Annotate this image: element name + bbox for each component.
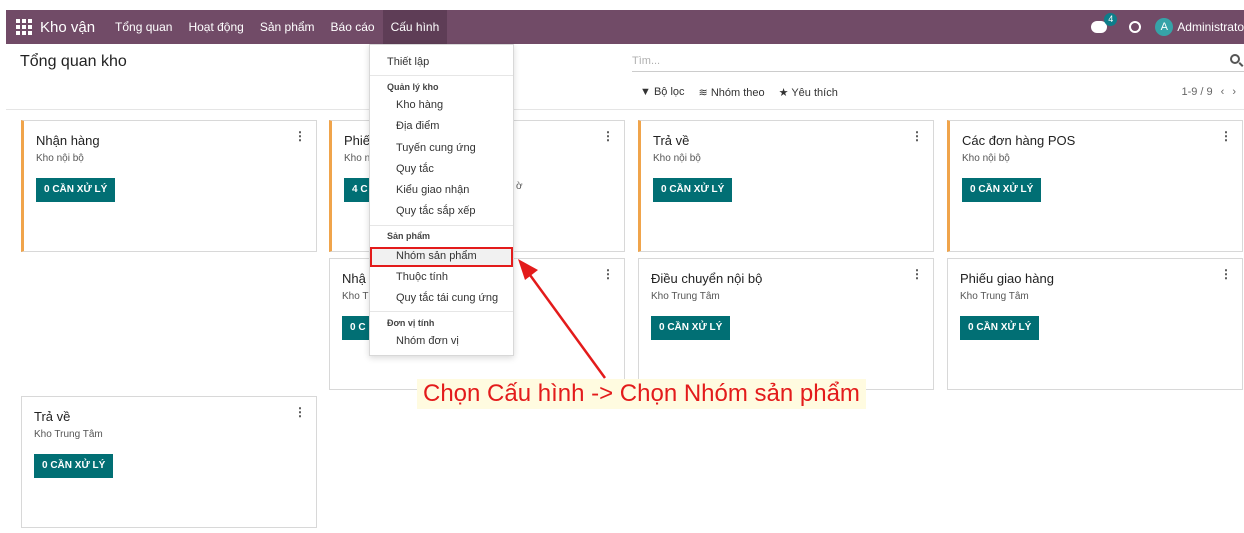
search-input[interactable]: Tìm... xyxy=(632,52,1244,72)
avatar[interactable]: A xyxy=(1155,18,1174,36)
kanban-card[interactable]: Phiếu giao hàng Kho Trung Tâm 0 CẦN XỬ L… xyxy=(947,258,1243,390)
card-todo-button[interactable]: 0 CẦN XỬ LÝ xyxy=(36,178,116,202)
card-menu-icon[interactable]: ⋮ xyxy=(1220,129,1232,143)
menu-item-attributes[interactable]: Thuộc tính xyxy=(396,271,448,283)
menu-item-putaway-rules[interactable]: Quy tắc sắp xếp xyxy=(396,205,476,217)
card-menu-icon[interactable]: ⋮ xyxy=(294,405,306,419)
group-by-label: Nhóm theo xyxy=(710,87,765,99)
card-todo-button[interactable]: 0 CẦN XỬ LÝ xyxy=(651,316,731,340)
dropdown-divider xyxy=(370,225,513,226)
card-menu-icon[interactable]: ⋮ xyxy=(294,129,306,143)
menu-item-product-categories[interactable]: Nhóm sản phẩm xyxy=(396,250,477,262)
kanban-card[interactable]: Điều chuyển nội bộ Kho Trung Tâm 0 CẦN X… xyxy=(638,258,934,390)
menu-item-locations[interactable]: Địa điểm xyxy=(396,120,439,132)
card-subtitle: Kho nội bộ xyxy=(36,153,84,164)
filter-button[interactable]: ▼ Bộ lọc xyxy=(640,86,685,99)
favorites-label: Yêu thích xyxy=(791,87,838,99)
menu-products[interactable]: Sản phẩm xyxy=(252,10,323,44)
kanban-card[interactable]: Nhận hàng Kho nội bộ 0 CẦN XỬ LÝ ⋮ xyxy=(21,120,317,252)
chat-icon[interactable]: 4 xyxy=(1091,13,1118,33)
pager-prev-icon[interactable]: ‹ xyxy=(1221,86,1225,98)
card-todo-button[interactable]: 0 CẦN XỬ LÝ xyxy=(962,178,1042,202)
menu-operations[interactable]: Hoạt động xyxy=(180,10,251,44)
card-menu-icon[interactable]: ⋮ xyxy=(911,267,923,281)
top-navbar: Kho vận Tổng quan Hoạt động Sản phẩm Báo… xyxy=(6,10,1244,44)
card-late-text: ờ xyxy=(516,181,523,192)
menu-item-settings[interactable]: Thiết lập xyxy=(387,56,429,68)
kanban-card[interactable]: Các đơn hàng POS Kho nội bộ 0 CẦN XỬ LÝ … xyxy=(947,120,1243,252)
section-uom-header: Đơn vị tính xyxy=(387,318,435,328)
menu-item-warehouses[interactable]: Kho hàng xyxy=(396,99,443,111)
filter-label: Bộ lọc xyxy=(653,86,685,98)
card-subtitle: Kho nội bộ xyxy=(653,153,701,164)
dropdown-divider xyxy=(370,311,513,312)
menu-reporting[interactable]: Báo cáo xyxy=(323,10,383,44)
card-title[interactable]: Phiế xyxy=(344,133,370,148)
search-placeholder: Tìm... xyxy=(632,55,661,67)
apps-menu-icon[interactable] xyxy=(16,19,32,35)
search-icon[interactable] xyxy=(1230,54,1240,64)
configuration-dropdown: Thiết lập Quản lý kho Kho hàng Địa điểm … xyxy=(369,44,514,356)
card-menu-icon[interactable]: ⋮ xyxy=(911,129,923,143)
card-subtitle: Kho Trung Tâm xyxy=(651,291,720,302)
favorites-button[interactable]: ★ Yêu thích xyxy=(779,86,838,99)
card-todo-button[interactable]: 0 CẦN XỬ LÝ xyxy=(960,316,1040,340)
dropdown-divider xyxy=(370,75,513,76)
kanban-card[interactable]: Trả về Kho nội bộ 0 CẦN XỬ LÝ ⋮ xyxy=(638,120,934,252)
section-product-header: Sản phẩm xyxy=(387,231,431,241)
menu-item-uom-categories[interactable]: Nhóm đơn vị xyxy=(396,335,459,347)
card-subtitle: Kho n xyxy=(344,153,371,164)
message-badge: 4 xyxy=(1104,13,1118,26)
kanban-card[interactable]: Trả về Kho Trung Tâm 0 CẦN XỬ LÝ ⋮ xyxy=(21,396,317,528)
card-todo-button[interactable]: 0 CẦN XỬ LÝ xyxy=(653,178,733,202)
pager-next-icon[interactable]: › xyxy=(1232,86,1236,98)
menu-item-replenishment-rules[interactable]: Quy tắc tái cung ứng xyxy=(396,292,498,304)
search-options: ▼ Bộ lọc ≋ Nhóm theo ★ Yêu thích xyxy=(640,86,838,99)
app-name[interactable]: Kho vận xyxy=(40,19,95,36)
card-menu-icon[interactable]: ⋮ xyxy=(602,267,614,281)
user-name[interactable]: Administrato xyxy=(1177,20,1244,34)
card-title[interactable]: Trả về xyxy=(34,409,70,424)
card-subtitle: Kho T xyxy=(342,291,369,302)
menu-item-routes[interactable]: Tuyến cung ứng xyxy=(396,142,476,154)
card-title[interactable]: Nhận hàng xyxy=(36,133,100,148)
page-title: Tổng quan kho xyxy=(20,53,127,70)
activity-clock-icon[interactable] xyxy=(1129,21,1142,33)
menu-overview[interactable]: Tổng quan xyxy=(107,10,180,44)
card-menu-icon[interactable]: ⋮ xyxy=(1220,267,1232,281)
card-subtitle: Kho Trung Tâm xyxy=(960,291,1029,302)
card-subtitle: Kho Trung Tâm xyxy=(34,429,103,440)
pager-value[interactable]: 1-9 / 9 xyxy=(1181,86,1212,98)
card-menu-icon[interactable]: ⋮ xyxy=(602,129,614,143)
card-title[interactable]: Trả về xyxy=(653,133,689,148)
section-warehouse-header: Quản lý kho xyxy=(387,82,439,92)
menu-item-rules[interactable]: Quy tắc xyxy=(396,163,434,175)
card-title[interactable]: Nhậ xyxy=(342,271,366,286)
group-by-button[interactable]: ≋ Nhóm theo xyxy=(699,86,765,99)
divider xyxy=(6,109,1244,110)
card-todo-button[interactable]: 0 CẦN XỬ LÝ xyxy=(34,454,114,478)
pager: 1-9 / 9 ‹ › xyxy=(1181,86,1236,98)
annotation-callout: Chọn Cấu hình -> Chọn Nhóm sản phẩm xyxy=(417,379,866,409)
card-subtitle: Kho nội bộ xyxy=(962,153,1010,164)
card-title[interactable]: Các đơn hàng POS xyxy=(962,133,1075,148)
card-title[interactable]: Phiếu giao hàng xyxy=(960,271,1054,286)
menu-configuration[interactable]: Cấu hình xyxy=(382,10,448,44)
menu-item-operation-types[interactable]: Kiểu giao nhận xyxy=(396,184,469,196)
card-title[interactable]: Điều chuyển nội bộ xyxy=(651,271,762,286)
